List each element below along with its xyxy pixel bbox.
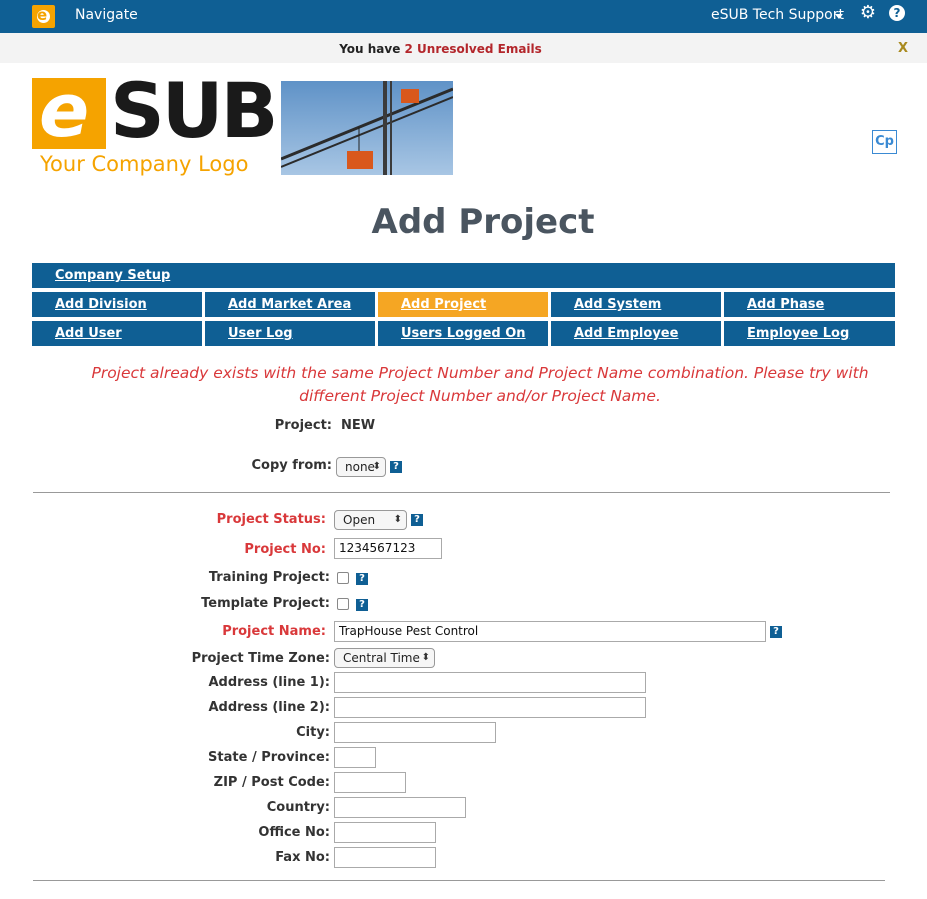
- notification-bar: You have 2 Unresolved Emails X: [0, 33, 927, 63]
- logo-e-box: e: [32, 68, 106, 154]
- project-no-input[interactable]: 1234567123: [334, 538, 442, 559]
- project-time-zone-select[interactable]: Central Time: [334, 648, 435, 668]
- nav-add-market-area[interactable]: Add Market Area: [205, 292, 375, 317]
- project-label: Project:: [274, 418, 332, 433]
- close-notification-button[interactable]: X: [898, 41, 908, 56]
- training-project-label: Training Project:: [208, 570, 330, 585]
- page-title: Add Project: [371, 202, 595, 242]
- template-project-help-icon[interactable]: ?: [356, 599, 368, 611]
- copy-from-select[interactable]: none: [336, 457, 386, 477]
- top-bar: e Navigate eSUB Tech Support ⚙ ?: [0, 0, 927, 33]
- crane-image: [281, 81, 453, 175]
- project-name-input[interactable]: TrapHouse Pest Control: [334, 621, 766, 642]
- zip-post-code-input[interactable]: [334, 772, 406, 793]
- state-province-input[interactable]: [334, 747, 376, 768]
- project-status-label: Project Status:: [216, 512, 326, 527]
- nav-add-division[interactable]: Add Division: [32, 292, 202, 317]
- training-project-help-icon[interactable]: ?: [356, 573, 368, 585]
- nav-add-system[interactable]: Add System: [551, 292, 721, 317]
- office-no-input[interactable]: [334, 822, 436, 843]
- navigate-menu[interactable]: Navigate: [75, 7, 138, 23]
- project-no-label: Project No:: [244, 542, 326, 557]
- template-project-checkbox[interactable]: [337, 598, 349, 610]
- notification-text: You have 2 Unresolved Emails: [339, 42, 542, 56]
- nav-add-user[interactable]: Add User: [32, 321, 202, 346]
- country-label: Country:: [266, 800, 330, 815]
- state-province-label: State / Province:: [208, 750, 330, 765]
- office-no-label: Office No:: [258, 825, 330, 840]
- nav-row-1: Company Setup: [32, 263, 895, 288]
- nav-employee-log[interactable]: Employee Log: [724, 321, 895, 346]
- help-icon[interactable]: ?: [889, 5, 905, 21]
- logo-wordmark: SUB: [110, 66, 278, 155]
- address-line-2-input[interactable]: [334, 697, 646, 718]
- project-name-help-icon[interactable]: ?: [770, 626, 782, 638]
- zip-post-code-label: ZIP / Post Code:: [213, 775, 330, 790]
- esub-logo-icon[interactable]: e: [32, 5, 55, 28]
- project-value: NEW: [341, 418, 376, 433]
- logo-tagline: Your Company Logo: [40, 152, 249, 176]
- nav-add-phase[interactable]: Add Phase: [724, 292, 895, 317]
- bottom-divider: [33, 880, 885, 881]
- copy-from-help-icon[interactable]: ?: [390, 461, 402, 473]
- nav-users-logged-on[interactable]: Users Logged On: [378, 321, 548, 346]
- address-line-1-input[interactable]: [334, 672, 646, 693]
- fax-no-label: Fax No:: [275, 850, 330, 865]
- training-project-checkbox[interactable]: [337, 572, 349, 584]
- chevron-down-icon[interactable]: [835, 14, 843, 19]
- copy-from-label: Copy from:: [251, 458, 332, 473]
- city-label: City:: [296, 725, 330, 740]
- project-status-help-icon[interactable]: ?: [411, 514, 423, 526]
- nav-company-setup[interactable]: Company Setup: [32, 263, 895, 288]
- nav-add-employee[interactable]: Add Employee: [551, 321, 721, 346]
- unresolved-emails-link[interactable]: 2 Unresolved Emails: [405, 42, 542, 56]
- section-divider: [33, 492, 890, 493]
- project-name-label: Project Name:: [222, 624, 326, 639]
- project-time-zone-label: Project Time Zone:: [191, 651, 330, 666]
- template-project-label: Template Project:: [201, 596, 330, 611]
- error-message: Project already exists with the same Pro…: [91, 364, 869, 405]
- company-logo: e SUB Your Company Logo: [32, 66, 282, 178]
- address-line-2-label: Address (line 2):: [208, 700, 330, 715]
- cp-button[interactable]: Cp: [872, 130, 897, 154]
- crane-illustration: [281, 81, 453, 175]
- user-menu[interactable]: eSUB Tech Support: [711, 7, 844, 23]
- nav-row-2: Add Division Add Market Area Add Project…: [32, 292, 895, 317]
- city-input[interactable]: [334, 722, 496, 743]
- address-line-1-label: Address (line 1):: [208, 675, 330, 690]
- fax-no-input[interactable]: [334, 847, 436, 868]
- gear-icon[interactable]: ⚙: [858, 3, 878, 23]
- country-input[interactable]: [334, 797, 466, 818]
- nav-row-3: Add User User Log Users Logged On Add Em…: [32, 321, 895, 346]
- project-status-select[interactable]: Open: [334, 510, 407, 530]
- nav-user-log[interactable]: User Log: [205, 321, 375, 346]
- nav-add-project[interactable]: Add Project: [378, 292, 548, 317]
